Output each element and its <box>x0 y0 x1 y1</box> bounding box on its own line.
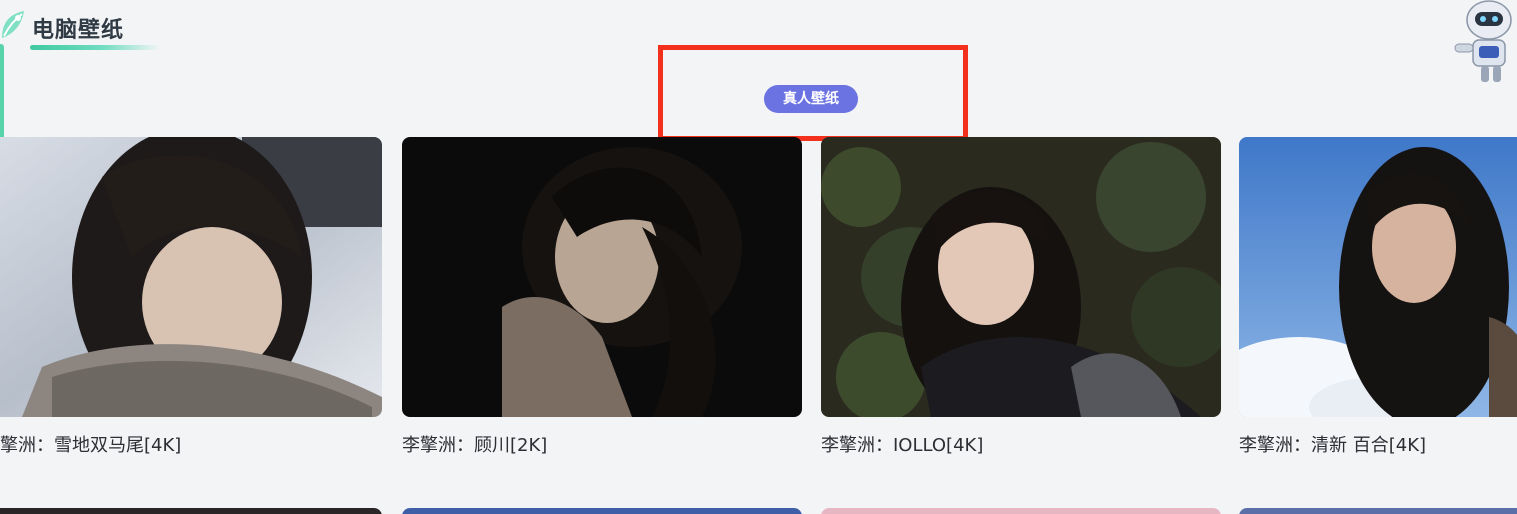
wallpaper-title[interactable]: 李擎洲：清新 百合[4K] <box>1239 431 1517 457</box>
wallpaper-title[interactable]: 李擎洲：雪地双马尾[4K] <box>0 431 382 457</box>
wallpaper-card[interactable]: 李擎洲：IOLLO[4K] <box>821 137 1221 457</box>
wallpaper-thumbnail[interactable] <box>0 137 382 417</box>
wallpaper-card[interactable]: 李擎洲：雪地双马尾[4K] <box>0 137 382 457</box>
wallpaper-title[interactable]: 李擎洲：顾川[2K] <box>402 431 802 457</box>
wallpaper-thumbnail[interactable] <box>1239 137 1517 417</box>
page-title: 电脑壁纸 <box>32 18 125 43</box>
next-row-card-edge[interactable] <box>821 508 1221 514</box>
robot-mascot-icon[interactable] <box>1445 0 1517 86</box>
brand-header[interactable]: 电脑壁纸 <box>0 0 200 60</box>
next-row-card-edge[interactable] <box>1239 508 1517 514</box>
leaf-logo-icon <box>2 11 24 38</box>
next-row-card-edge[interactable] <box>0 508 382 514</box>
title-underline <box>30 45 160 50</box>
wallpaper-page: 电脑壁纸 真人壁纸 李擎洲：雪地双马尾[4K] 李擎洲：顾川[2K] 李擎洲：I… <box>0 0 1517 514</box>
wallpaper-title[interactable]: 李擎洲：IOLLO[4K] <box>821 431 1221 457</box>
wallpaper-card[interactable]: 李擎洲：清新 百合[4K] <box>1239 137 1517 457</box>
next-row-card-edge[interactable] <box>402 508 802 514</box>
wallpaper-thumbnail[interactable] <box>402 137 802 417</box>
wallpaper-thumbnail[interactable] <box>821 137 1221 417</box>
tab-real-person-wallpaper[interactable]: 真人壁纸 <box>764 85 858 113</box>
wallpaper-card[interactable]: 李擎洲：顾川[2K] <box>402 137 802 457</box>
